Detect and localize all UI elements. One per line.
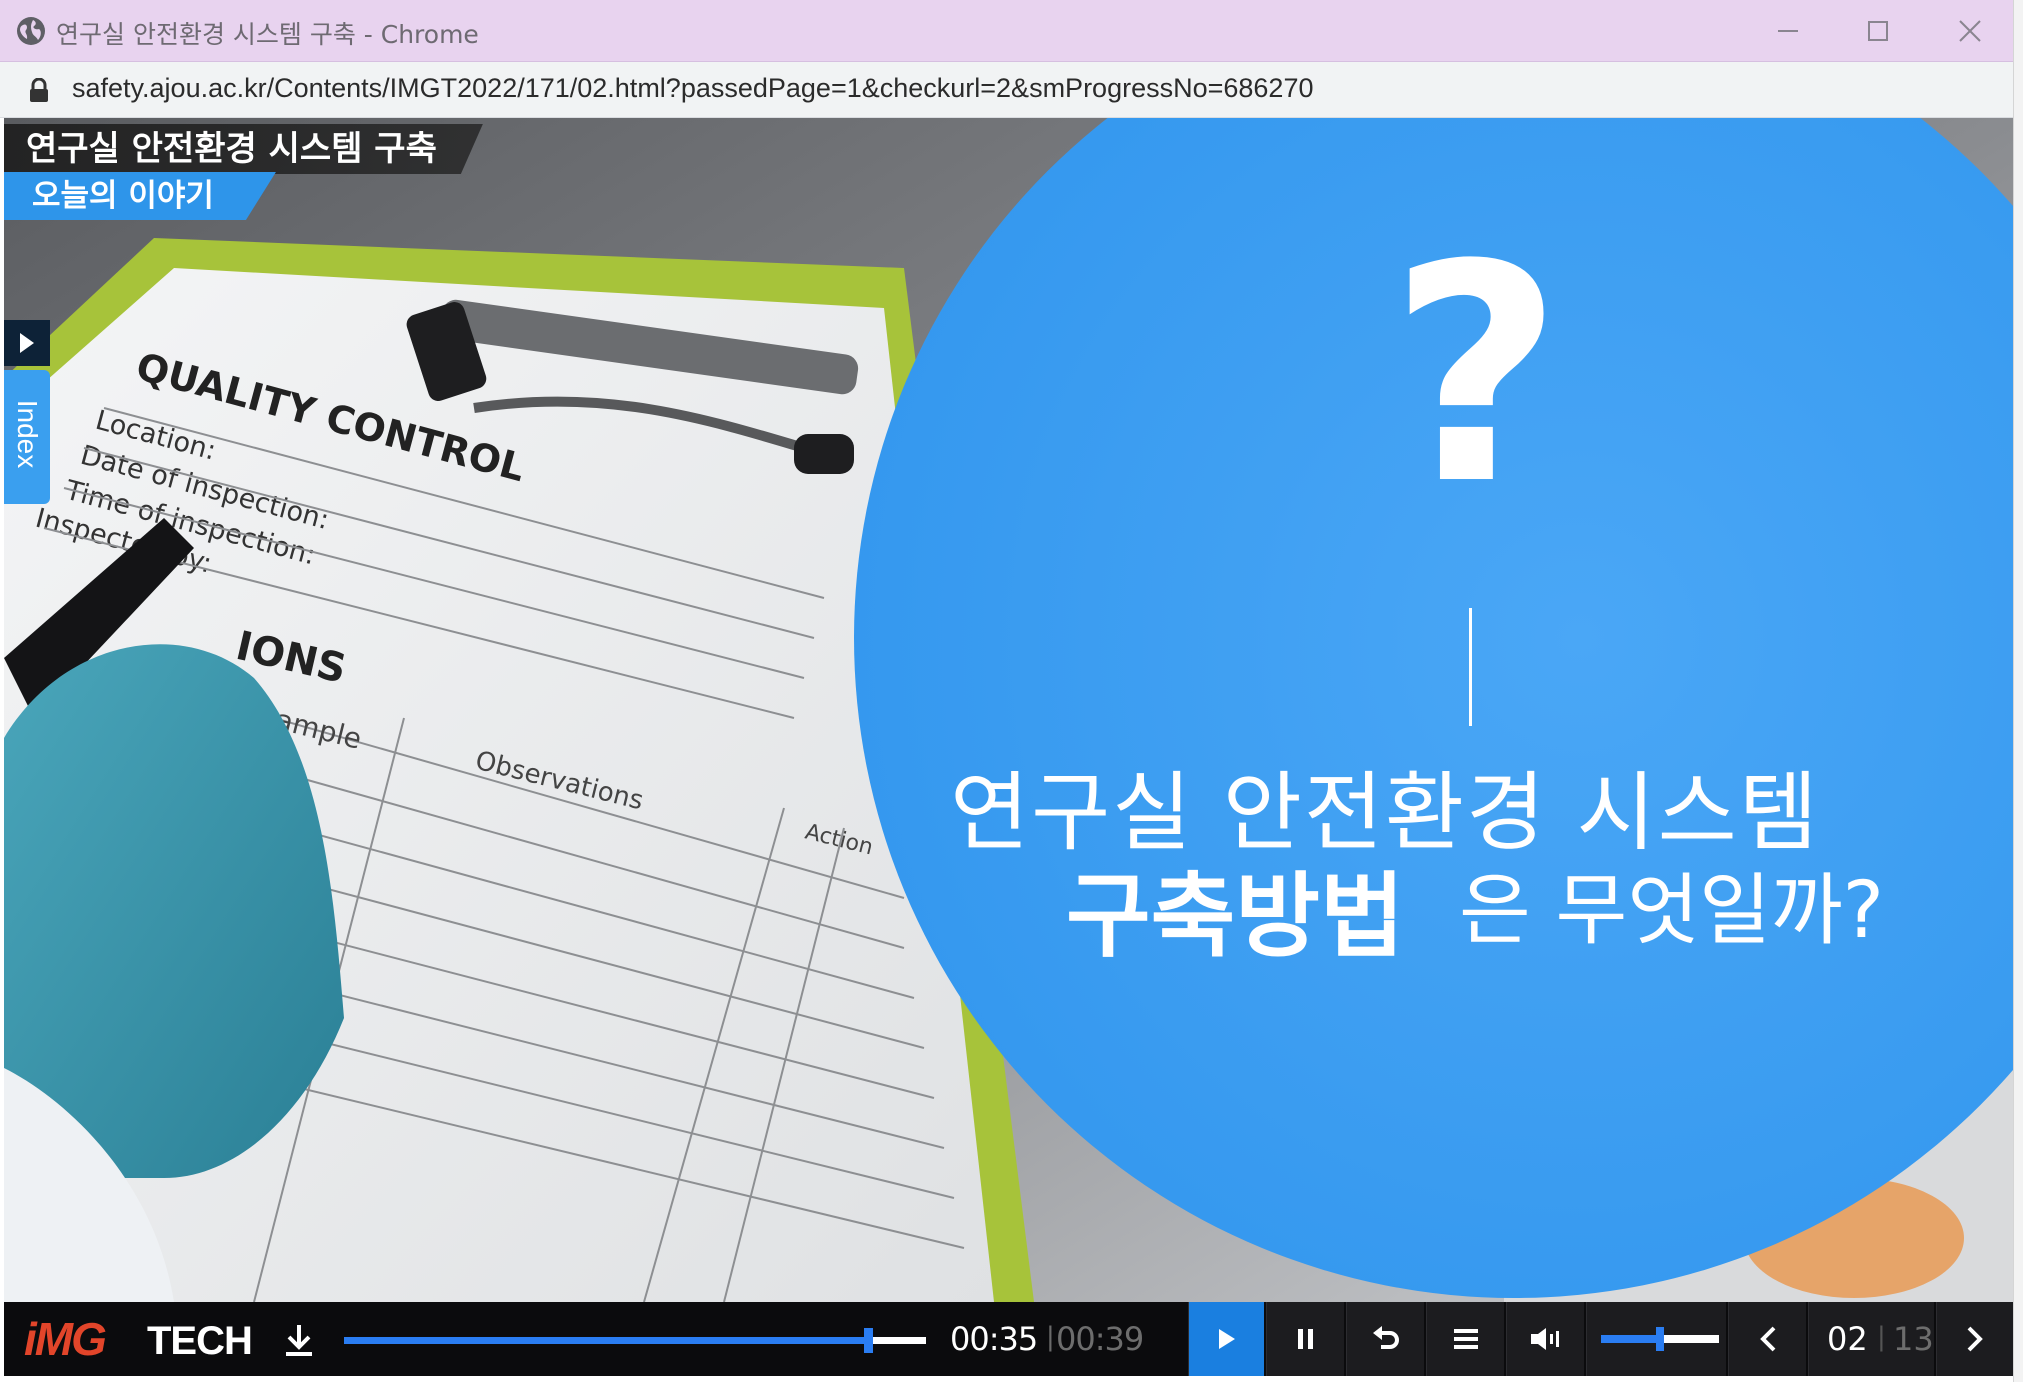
next-page-button[interactable] [1936,1302,2013,1376]
brand-logo-img: iMG [24,1313,107,1365]
close-icon [1959,20,1981,42]
lock-icon [30,78,48,102]
minimize-button[interactable] [1758,8,1818,54]
seek-handle[interactable] [863,1328,873,1353]
background-window-edge [2013,0,2023,1382]
index-toggle-button[interactable] [4,320,50,366]
slide-heading-rest: 은 무엇일까? [1459,866,1884,956]
seek-bar[interactable] [344,1328,926,1353]
play-icon [1218,1329,1235,1349]
page-separator: | [1877,1322,1886,1352]
previous-page-button[interactable] [1728,1302,1806,1376]
play-button[interactable] [1188,1302,1264,1376]
replay-button[interactable] [1346,1302,1424,1376]
index-tab[interactable]: Index [4,370,50,504]
menu-icon [1453,1329,1478,1349]
volume-slider[interactable] [1586,1302,1726,1376]
page-indicator: 02 | 13 [1808,1302,1934,1376]
player-control-bar: iMG TECH 00:35 | 00:39 02 | 13 [4,1302,2013,1376]
question-mark: ? [1388,201,1564,550]
maximize-button[interactable] [1848,8,1908,54]
divider-line [1469,608,1472,726]
slide-background-photo: QUALITY CONTROL Location: Date of inspec… [4,118,2013,1302]
slide-heading-bold: 구축방법 [1066,863,1405,970]
globe-icon [17,17,45,45]
volume-level [1601,1335,1660,1343]
volume-button[interactable] [1506,1302,1584,1376]
time-separator: | [1046,1322,1055,1352]
brand-logo-tech: TECH [147,1319,253,1363]
download-icon[interactable] [282,1322,316,1358]
window-title: 연구실 안전환경 시스템 구축 - Chrome [56,20,479,49]
speaker-icon [1530,1328,1559,1350]
total-pages: 13 [1893,1320,1934,1358]
chevron-right-icon [1967,1326,1983,1352]
close-button[interactable] [1940,8,2000,54]
maximize-icon [1868,21,1888,41]
window-titlebar: 연구실 안전환경 시스템 구축 - Chrome [0,0,2023,62]
lesson-subtitle-banner: 오늘의 이야기 [4,172,276,220]
url-text[interactable]: safety.ajou.ac.kr/Contents/IMGT2022/171/… [72,73,1313,104]
address-bar[interactable]: safety.ajou.ac.kr/Contents/IMGT2022/171/… [0,62,2013,118]
minimize-icon [1778,30,1798,32]
index-tab-label: Index [12,399,43,469]
current-page: 02 [1827,1320,1868,1358]
volume-track[interactable] [1601,1327,1719,1351]
replay-icon [1372,1326,1399,1349]
total-time: 00:39 [1056,1320,1144,1358]
current-time: 00:35 [950,1320,1038,1358]
pause-button[interactable] [1266,1302,1344,1376]
seek-bar-progress [344,1337,868,1344]
pause-icon [1297,1329,1313,1349]
play-right-icon [20,333,34,353]
volume-handle[interactable] [1656,1327,1664,1351]
lesson-title-banner: 연구실 안전환경 시스템 구축 [4,124,483,174]
video-stage[interactable]: QUALITY CONTROL Location: Date of inspec… [4,118,2013,1302]
chevron-left-icon [1759,1326,1775,1352]
menu-button[interactable] [1426,1302,1504,1376]
